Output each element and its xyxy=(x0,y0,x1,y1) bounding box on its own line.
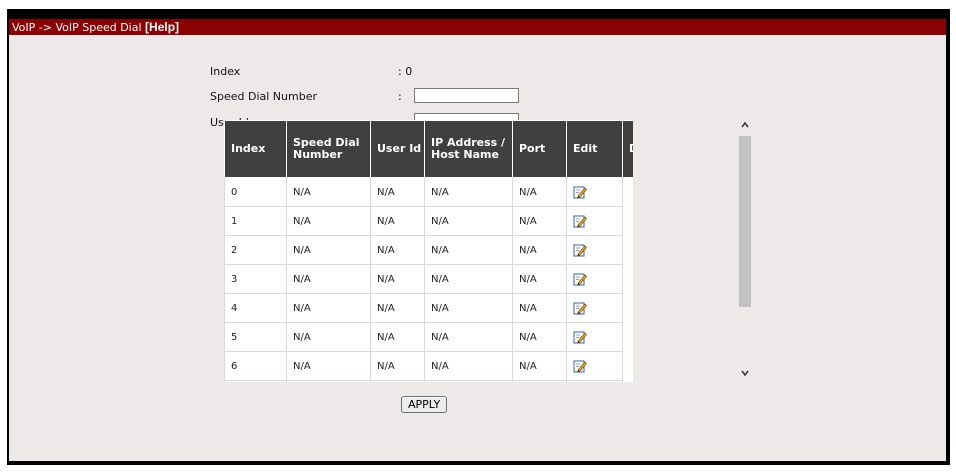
cell-drop xyxy=(622,206,633,236)
edit-pencil-icon[interactable] xyxy=(573,301,587,315)
cell-speed: N/A xyxy=(286,322,371,352)
cell-user: N/A xyxy=(370,177,425,207)
title-bar: VoIP -> VoIP Speed Dial [Help] xyxy=(9,19,946,35)
edit-pencil-icon[interactable] xyxy=(573,359,587,373)
table-row xyxy=(224,380,633,382)
chevron-down-icon xyxy=(741,370,749,377)
index-label: Index xyxy=(210,65,241,78)
breadcrumb: VoIP -> VoIP Speed Dial xyxy=(12,21,142,34)
cell-drop xyxy=(622,351,633,381)
cell-ip: N/A xyxy=(424,264,513,294)
speed-dial-colon: : xyxy=(398,90,402,103)
edit-pencil-icon[interactable] xyxy=(573,243,587,257)
cell-ip: N/A xyxy=(424,351,513,381)
cell-port: N/A xyxy=(512,177,567,207)
cell-empty xyxy=(224,380,287,382)
col-header-speed-dial-number: Speed Dial Number xyxy=(286,120,371,178)
chevron-up-icon xyxy=(741,121,749,128)
cell-edit xyxy=(566,264,623,294)
cell-edit xyxy=(566,177,623,207)
cell-port: N/A xyxy=(512,293,567,323)
cell-edit xyxy=(566,322,623,352)
edit-pencil-icon[interactable] xyxy=(573,214,587,228)
col-header-user-id: User Id xyxy=(370,120,425,178)
col-header-drop: Drop xyxy=(622,120,633,178)
cell-user: N/A xyxy=(370,235,425,265)
cell-ip: N/A xyxy=(424,293,513,323)
cell-port: N/A xyxy=(512,235,567,265)
speed-dial-number-input[interactable] xyxy=(414,88,519,103)
cell-user: N/A xyxy=(370,264,425,294)
edit-pencil-icon[interactable] xyxy=(573,272,587,286)
edit-pencil-icon[interactable] xyxy=(573,185,587,199)
cell-speed: N/A xyxy=(286,351,371,381)
col-header-ip-address: IP Address / Host Name xyxy=(424,120,513,178)
cell-drop xyxy=(622,177,633,207)
apply-button[interactable]: APPLY xyxy=(401,396,448,413)
scrollbar-thumb[interactable] xyxy=(739,136,751,307)
speed-dial-table: Index Speed Dial Number User Id IP Addre… xyxy=(224,120,633,382)
cell-speed: N/A xyxy=(286,293,371,323)
table-row: 4 N/A N/A N/A N/A xyxy=(224,293,633,323)
cell-empty xyxy=(424,380,513,382)
cell-speed: N/A xyxy=(286,177,371,207)
scroll-up-arrow[interactable] xyxy=(737,120,753,134)
cell-index: 6 xyxy=(224,351,287,381)
table-row: 5 N/A N/A N/A N/A xyxy=(224,322,633,352)
cell-edit xyxy=(566,293,623,323)
cell-empty xyxy=(622,380,633,382)
cell-index: 3 xyxy=(224,264,287,294)
index-value: : 0 xyxy=(398,65,413,78)
cell-empty xyxy=(566,380,623,382)
help-link[interactable]: [Help] xyxy=(145,20,179,34)
cell-port: N/A xyxy=(512,206,567,236)
table-row: 3 N/A N/A N/A N/A xyxy=(224,264,633,294)
cell-ip: N/A xyxy=(424,177,513,207)
cell-speed: N/A xyxy=(286,206,371,236)
cell-user: N/A xyxy=(370,206,425,236)
cell-port: N/A xyxy=(512,351,567,381)
table-row: 6 N/A N/A N/A N/A xyxy=(224,351,633,381)
cell-speed: N/A xyxy=(286,264,371,294)
cell-index: 5 xyxy=(224,322,287,352)
cell-drop xyxy=(622,322,633,352)
cell-user: N/A xyxy=(370,322,425,352)
cell-index: 1 xyxy=(224,206,287,236)
speed-dial-number-label: Speed Dial Number xyxy=(210,90,317,103)
cell-index: 4 xyxy=(224,293,287,323)
table-row: 0 N/A N/A N/A N/A xyxy=(224,177,633,207)
speed-dial-table-viewport: Index Speed Dial Number User Id IP Addre… xyxy=(224,120,633,382)
cell-user: N/A xyxy=(370,293,425,323)
cell-index: 0 xyxy=(224,177,287,207)
cell-drop xyxy=(622,293,633,323)
table-row: 2 N/A N/A N/A N/A xyxy=(224,235,633,265)
cell-drop xyxy=(622,264,633,294)
cell-drop xyxy=(622,235,633,265)
cell-empty xyxy=(286,380,371,382)
col-header-port: Port xyxy=(512,120,567,178)
cell-empty xyxy=(512,380,567,382)
cell-edit xyxy=(566,351,623,381)
cell-speed: N/A xyxy=(286,235,371,265)
cell-edit xyxy=(566,235,623,265)
cell-port: N/A xyxy=(512,322,567,352)
col-header-index: Index xyxy=(224,120,287,178)
table-row: 1 N/A N/A N/A N/A xyxy=(224,206,633,236)
scroll-down-arrow[interactable] xyxy=(737,368,753,382)
cell-empty xyxy=(370,380,425,382)
vertical-scrollbar[interactable] xyxy=(737,120,753,382)
cell-ip: N/A xyxy=(424,235,513,265)
cell-user: N/A xyxy=(370,351,425,381)
cell-index: 2 xyxy=(224,235,287,265)
cell-port: N/A xyxy=(512,264,567,294)
cell-edit xyxy=(566,206,623,236)
col-header-edit: Edit xyxy=(566,120,623,178)
cell-ip: N/A xyxy=(424,322,513,352)
cell-ip: N/A xyxy=(424,206,513,236)
edit-pencil-icon[interactable] xyxy=(573,330,587,344)
